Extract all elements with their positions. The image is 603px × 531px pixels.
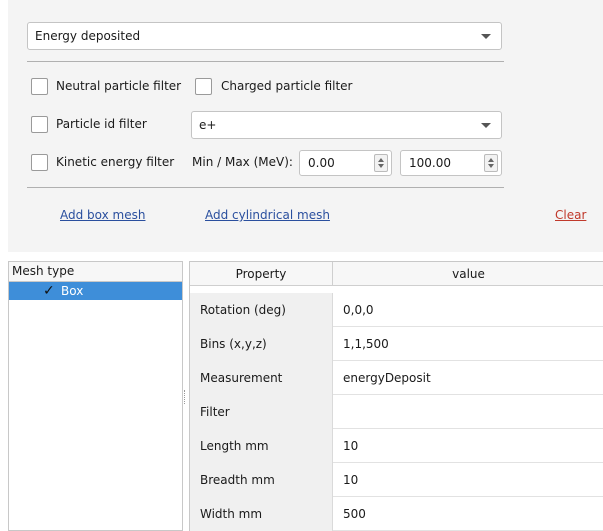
table-row[interactable]: Length mm 10 (190, 429, 603, 463)
neutral-filter-checkbox[interactable] (31, 78, 48, 95)
table-row[interactable]: Breadth mm 10 (190, 463, 603, 497)
mesh-list-header: Mesh type (9, 262, 182, 282)
property-value[interactable]: energyDeposit (333, 361, 603, 395)
particle-id-filter-label: Particle id filter (56, 117, 147, 131)
kinetic-filter-checkbox[interactable] (31, 154, 48, 171)
spin-arrows-icon[interactable] (484, 154, 498, 172)
neutral-filter-label: Neutral particle filter (56, 79, 182, 93)
table-row[interactable]: Filter (190, 395, 603, 429)
property-key: Width mm (190, 497, 333, 531)
splitter-handle[interactable] (184, 390, 186, 404)
add-cylindrical-mesh-link[interactable]: Add cylindrical mesh (205, 208, 330, 222)
particle-id-combo-value: e+ (199, 118, 217, 132)
minmax-label: Min / Max (MeV): (192, 155, 293, 169)
particle-id-combo[interactable]: e+ (191, 111, 502, 139)
property-table: Property value Rotation (deg) 0,0,0 Bins… (189, 261, 603, 531)
divider (27, 61, 504, 62)
property-key: Breadth mm (190, 463, 333, 497)
property-key: Filter (190, 395, 333, 429)
property-key: Measurement (190, 361, 333, 395)
property-key: Rotation (deg) (190, 293, 333, 327)
divider (27, 187, 504, 188)
property-value[interactable] (333, 395, 603, 429)
property-key: Length mm (190, 429, 333, 463)
particle-id-filter-checkbox[interactable] (31, 116, 48, 133)
property-column-header[interactable]: Property (190, 262, 333, 286)
table-row[interactable]: Width mm 500 (190, 497, 603, 531)
kinetic-filter-label: Kinetic energy filter (56, 155, 175, 169)
table-row[interactable]: Rotation (deg) 0,0,0 (190, 293, 603, 327)
property-value[interactable]: 500 (333, 497, 603, 531)
max-energy-spinbox[interactable]: 100.00 (400, 150, 502, 176)
property-value[interactable]: 1,1,500 (333, 327, 603, 361)
checkmark-icon[interactable]: ✓ (43, 283, 61, 299)
charged-filter-label: Charged particle filter (221, 79, 353, 93)
measurement-combo[interactable]: Energy deposited (27, 22, 502, 50)
charged-filter-checkbox[interactable] (195, 78, 212, 95)
min-energy-value: 0.00 (308, 156, 335, 170)
measurement-combo-value: Energy deposited (35, 29, 141, 43)
mesh-list: Mesh type ✓ Box (8, 261, 183, 531)
table-row[interactable]: Measurement energyDeposit (190, 361, 603, 395)
add-box-mesh-link[interactable]: Add box mesh (60, 208, 145, 222)
property-key: Bins (x,y,z) (190, 327, 333, 361)
table-row[interactable]: Bins (x,y,z) 1,1,500 (190, 327, 603, 361)
property-value[interactable]: 10 (333, 463, 603, 497)
mesh-item-label: Box (61, 284, 84, 298)
clear-link[interactable]: Clear (555, 208, 586, 222)
property-value[interactable]: 10 (333, 429, 603, 463)
chevron-down-icon[interactable] (481, 123, 491, 128)
settings-panel: Energy deposited Neutral particle filter… (8, 0, 603, 252)
chevron-down-icon[interactable] (481, 34, 491, 39)
spin-arrows-icon[interactable] (374, 154, 388, 172)
property-value[interactable]: 0,0,0 (333, 293, 603, 327)
value-column-header[interactable]: value (333, 262, 603, 286)
mesh-list-item-box[interactable]: ✓ Box (9, 282, 182, 300)
max-energy-value: 100.00 (409, 156, 451, 170)
min-energy-spinbox[interactable]: 0.00 (299, 150, 392, 176)
property-table-header: Property value (190, 262, 603, 286)
